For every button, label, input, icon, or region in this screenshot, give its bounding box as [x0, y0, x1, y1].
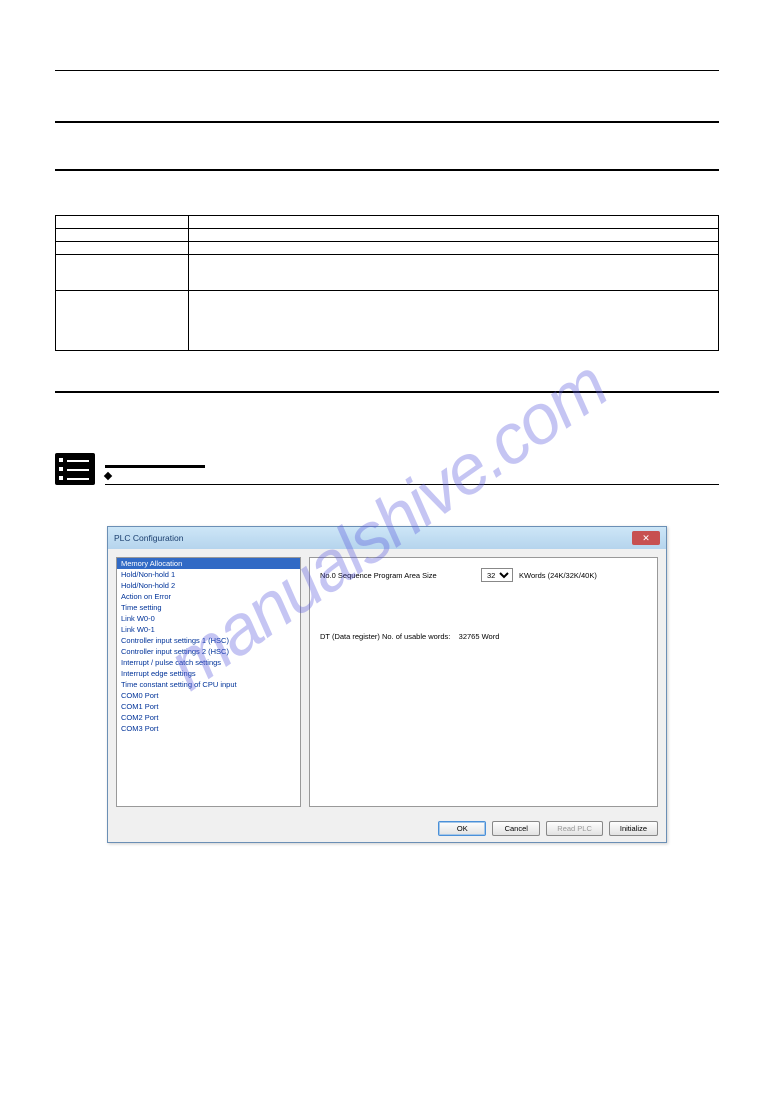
table-row	[56, 229, 719, 242]
table-row	[56, 242, 719, 255]
list-item[interactable]: Time constant setting of CPU input	[117, 679, 300, 690]
program-area-size-select[interactable]: 32	[481, 568, 513, 582]
list-item[interactable]: Link W0-0	[117, 613, 300, 624]
list-item[interactable]: Controller input settings 1 (HSC)	[117, 635, 300, 646]
table-cell	[56, 242, 189, 255]
procedure-desc	[55, 505, 719, 516]
table-cell	[56, 216, 189, 229]
table-cell	[188, 255, 718, 291]
list-item[interactable]: COM3 Port	[117, 723, 300, 734]
dt-row: DT (Data register) No. of usable words: …	[320, 632, 647, 641]
body-text-1	[55, 186, 719, 200]
list-item[interactable]: Memory Allocation	[117, 558, 300, 569]
list-item[interactable]: Hold/Non-hold 1	[117, 569, 300, 580]
procedure-subtitle	[105, 472, 719, 485]
dialog-button-row: OK Cancel Read PLC Initialize	[108, 815, 666, 842]
read-plc-button[interactable]: Read PLC	[546, 821, 603, 836]
category-list[interactable]: Memory Allocation Hold/Non-hold 1 Hold/N…	[116, 557, 301, 807]
table-cell	[188, 242, 718, 255]
list-item[interactable]: Interrupt edge settings	[117, 668, 300, 679]
list-item[interactable]: Interrupt / pulse catch settings	[117, 657, 300, 668]
procedure-block	[55, 453, 719, 485]
table-cell	[188, 291, 718, 351]
procedure-list-icon	[55, 453, 95, 485]
dialog-titlebar: PLC Configuration ✕	[108, 527, 666, 549]
dt-value: 32765 Word	[459, 632, 500, 641]
table-row	[56, 291, 719, 351]
spec-table	[55, 215, 719, 351]
list-item[interactable]: COM1 Port	[117, 701, 300, 712]
dt-label: DT (Data register) No. of usable words:	[320, 632, 450, 641]
section-divider	[55, 391, 719, 393]
list-item[interactable]: COM0 Port	[117, 690, 300, 701]
ok-button[interactable]: OK	[438, 821, 486, 836]
close-button[interactable]: ✕	[632, 531, 660, 545]
procedure-title	[105, 453, 205, 468]
list-item[interactable]: COM2 Port	[117, 712, 300, 723]
section-header	[55, 121, 719, 171]
cancel-button[interactable]: Cancel	[492, 821, 540, 836]
list-item[interactable]: Hold/Non-hold 2	[117, 580, 300, 591]
table-cell	[56, 255, 189, 291]
table-row	[56, 255, 719, 291]
table-cell	[56, 291, 189, 351]
table-row	[56, 216, 719, 229]
settings-panel: No.0 Sequence Program Area Size 32 KWord…	[309, 557, 658, 807]
list-item[interactable]: Controller input settings 2 (HSC)	[117, 646, 300, 657]
list-item[interactable]: Time setting	[117, 602, 300, 613]
dialog-title: PLC Configuration	[114, 533, 183, 543]
no0-label: No.0 Sequence Program Area Size	[320, 571, 475, 580]
top-rule	[55, 70, 719, 71]
unit-label: KWords (24K/32K/40K)	[519, 571, 597, 580]
table-cell	[56, 229, 189, 242]
table-cell	[188, 229, 718, 242]
initialize-button[interactable]: Initialize	[609, 821, 658, 836]
table-cell	[188, 216, 718, 229]
plc-configuration-dialog: PLC Configuration ✕ Memory Allocation Ho…	[107, 526, 667, 843]
list-item[interactable]: Link W0-1	[117, 624, 300, 635]
list-item[interactable]: Action on Error	[117, 591, 300, 602]
